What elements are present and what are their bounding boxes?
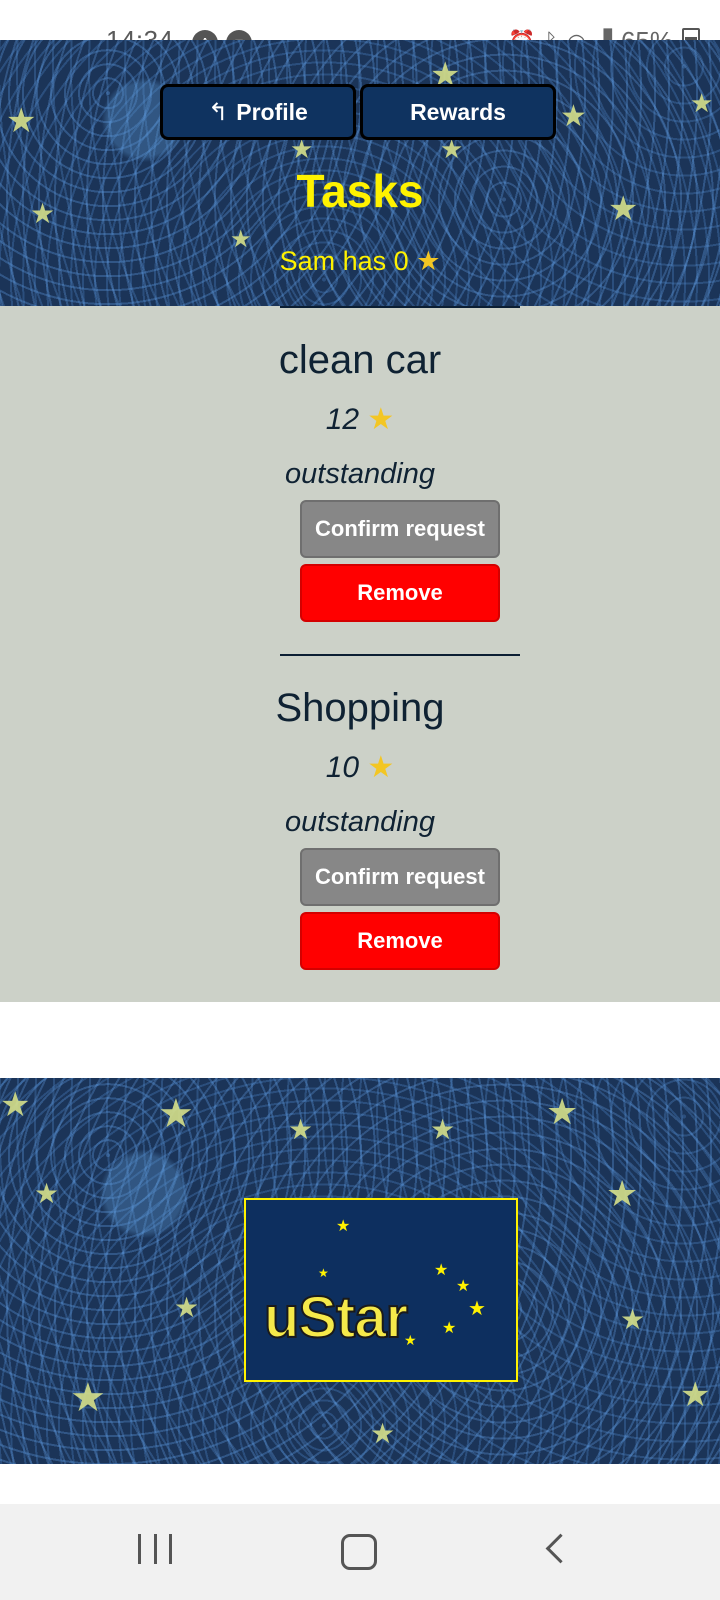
logo-text: uStar — [263, 1284, 409, 1351]
system-nav-bar — [0, 1504, 720, 1600]
rewards-button[interactable]: Rewards — [360, 84, 556, 140]
star-icon: ★ — [367, 403, 395, 436]
rewards-button-label: Rewards — [410, 98, 506, 125]
logo-star-icon: ★ — [434, 1262, 449, 1279]
star-icon: ★ — [367, 751, 395, 784]
header-banner: ★ ★ ★ ★ ★ ★ ★ ★ ★ ↰ Profile Rewards Task… — [0, 40, 720, 306]
star-icon: ★ — [416, 246, 441, 276]
background-star-icon: ★ — [546, 1091, 579, 1132]
background-star-icon: ★ — [70, 1376, 106, 1420]
task-name: clean car — [278, 338, 442, 382]
logo-star-icon: ★ — [318, 1266, 329, 1280]
task-list: clean car 12 ★ outstanding Confirm reque… — [0, 306, 720, 1002]
background-star-icon: ★ — [0, 1086, 31, 1124]
background-star-icon: ★ — [174, 1292, 200, 1323]
home-icon[interactable] — [341, 1534, 377, 1570]
task-points-value: 10 — [325, 751, 360, 784]
task-name: Shopping — [275, 686, 445, 730]
status-bar: 14:34 A ≡ ⏰ ᛒ ◠ ▞ 65% — [0, 0, 720, 56]
logo-star-icon: ★ — [468, 1298, 486, 1320]
confirm-request-button[interactable]: Confirm request — [300, 500, 500, 558]
background-star-icon: ★ — [158, 1092, 194, 1136]
back-arrow-icon: ↰ — [208, 98, 229, 126]
top-nav: ↰ Profile Rewards — [160, 84, 556, 140]
background-star-icon: ★ — [430, 1114, 456, 1145]
task-status: outstanding — [285, 458, 435, 490]
profile-button[interactable]: ↰ Profile — [160, 84, 356, 140]
task-points-value: 12 — [325, 403, 360, 436]
confirm-request-button[interactable]: Confirm request — [300, 848, 500, 906]
background-star-icon: ★ — [620, 1304, 646, 1335]
footer-banner: ★ ★ ★ ★ ★ ★ ★ ★ ★ ★ ★ ★ ★ ★ ★ ★ ★ ★ ★ uS… — [0, 1078, 720, 1464]
background-star-icon: ★ — [560, 100, 587, 133]
profile-button-label: Profile — [236, 98, 308, 125]
background-star-icon: ★ — [288, 1114, 314, 1145]
star-balance: Sam has 0 ★ — [0, 246, 720, 277]
recent-apps-icon[interactable] — [138, 1534, 172, 1566]
page-title: Tasks — [296, 165, 424, 217]
task-divider — [280, 306, 520, 308]
background-star-icon: ★ — [680, 1376, 711, 1414]
remove-button[interactable]: Remove — [300, 564, 500, 622]
background-star-icon: ★ — [606, 1173, 639, 1214]
logo-star-icon: ★ — [336, 1218, 351, 1235]
background-star-icon: ★ — [6, 102, 37, 140]
logo-star-icon: ★ — [442, 1320, 457, 1337]
logo-star-icon: ★ — [456, 1278, 471, 1295]
task-item: clean car 12 ★ outstanding Confirm reque… — [0, 306, 720, 654]
task-points: 12 ★ — [0, 402, 720, 437]
ustar-logo: ★ ★ ★ ★ ★ ★ ★ uStar — [244, 1198, 518, 1382]
background-star-icon: ★ — [34, 1178, 60, 1209]
back-icon[interactable] — [545, 1533, 576, 1564]
task-divider — [280, 654, 520, 656]
task-points: 10 ★ — [0, 750, 720, 785]
remove-button[interactable]: Remove — [300, 912, 500, 970]
task-status: outstanding — [285, 806, 435, 838]
star-balance-text: Sam has 0 — [279, 246, 409, 276]
background-star-icon: ★ — [690, 88, 714, 118]
background-star-icon: ★ — [370, 1418, 396, 1449]
task-item: Shopping 10 ★ outstanding Confirm reques… — [0, 654, 720, 1002]
